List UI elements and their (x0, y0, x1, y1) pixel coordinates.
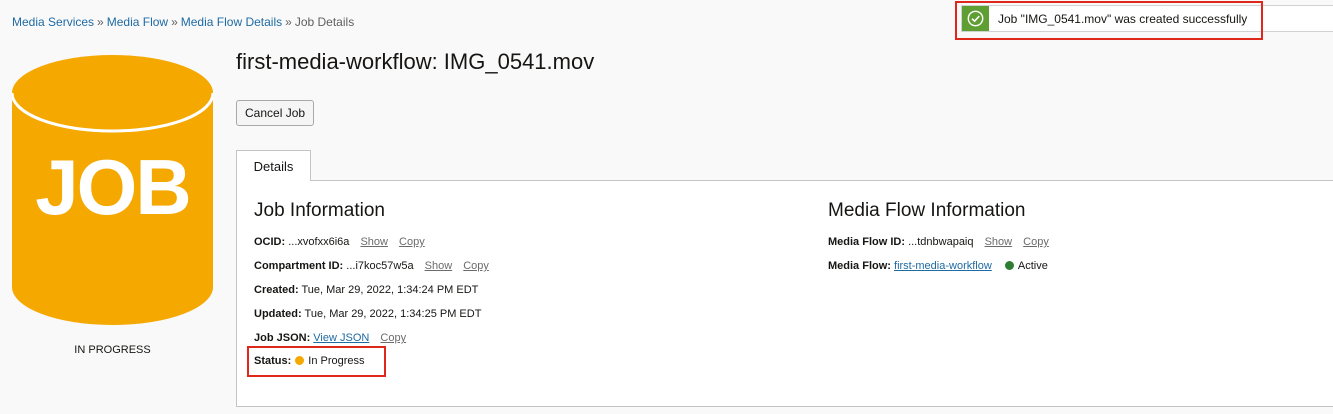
media-flow-id-label: Media Flow ID: (828, 236, 905, 248)
job-state-label: IN PROGRESS (74, 344, 151, 356)
media-flow-id-row: Media Flow ID: ...tdnbwapaiq Show Copy (828, 236, 1049, 248)
breadcrumb-separator: » (285, 15, 292, 29)
media-flow-state: Active (1017, 260, 1048, 272)
compartment-value: ...i7koc57w5a (346, 260, 414, 272)
breadcrumb-current: Job Details (294, 15, 355, 29)
created-label: Created: (254, 284, 299, 296)
ocid-label: OCID: (254, 236, 286, 248)
updated-label: Updated: (254, 308, 302, 320)
media-flow-id-copy-link[interactable]: Copy (1023, 236, 1049, 248)
active-dot-icon (1004, 261, 1014, 270)
compartment-label: Compartment ID: (254, 260, 344, 272)
media-flow-id-show-link[interactable]: Show (985, 236, 1013, 248)
job-json-label: Job JSON: (254, 332, 311, 344)
job-json-row: Job JSON: View JSON Copy (254, 332, 406, 344)
updated-value: Tue, Mar 29, 2022, 1:34:25 PM EDT (304, 308, 482, 320)
view-json-link[interactable]: View JSON (313, 332, 369, 344)
details-panel: Job Information OCID: ...xvofxx6i6a Show… (236, 180, 1333, 407)
created-value: Tue, Mar 29, 2022, 1:34:24 PM EDT (301, 284, 479, 296)
compartment-copy-link[interactable]: Copy (463, 260, 489, 272)
media-flow-id-value: ...tdnbwapaiq (908, 236, 974, 248)
breadcrumb-separator: » (97, 15, 104, 29)
ocid-value: ...xvofxx6i6a (288, 236, 350, 248)
media-flow-row: Media Flow: first-media-workflow Active (828, 260, 1048, 272)
ocid-show-link[interactable]: Show (360, 236, 388, 248)
status-highlight-box (247, 346, 386, 377)
page-title: first-media-workflow: IMG_0541.mov (236, 49, 595, 74)
breadcrumb-media-services[interactable]: Media Services (12, 15, 94, 29)
breadcrumb-media-flow[interactable]: Media Flow (107, 15, 168, 29)
compartment-row: Compartment ID: ...i7koc57w5a Show Copy (254, 260, 489, 272)
cancel-job-button[interactable]: Cancel Job (236, 100, 315, 126)
job-json-copy-link[interactable]: Copy (380, 332, 406, 344)
ocid-copy-link[interactable]: Copy (399, 236, 425, 248)
updated-row: Updated: Tue, Mar 29, 2022, 1:34:25 PM E… (254, 308, 481, 320)
breadcrumb-separator: » (171, 15, 178, 29)
tab-details[interactable]: Details (236, 150, 311, 181)
ocid-row: OCID: ...xvofxx6i6a Show Copy (254, 236, 425, 248)
job-information-title: Job Information (254, 200, 385, 221)
created-row: Created: Tue, Mar 29, 2022, 1:34:24 PM E… (254, 284, 478, 296)
job-icon-label: JOB (35, 143, 191, 231)
job-cylinder-icon: JOB (12, 55, 213, 325)
media-flow-label: Media Flow: (828, 260, 891, 272)
compartment-show-link[interactable]: Show (425, 260, 453, 272)
media-flow-information-title: Media Flow Information (828, 200, 1026, 221)
breadcrumb: Media Services» Media Flow» Media Flow Det… (12, 15, 354, 29)
toast-highlight-box (955, 1, 1263, 40)
breadcrumb-media-flow-details[interactable]: Media Flow Details (181, 15, 282, 29)
media-flow-link[interactable]: first-media-workflow (894, 260, 992, 272)
